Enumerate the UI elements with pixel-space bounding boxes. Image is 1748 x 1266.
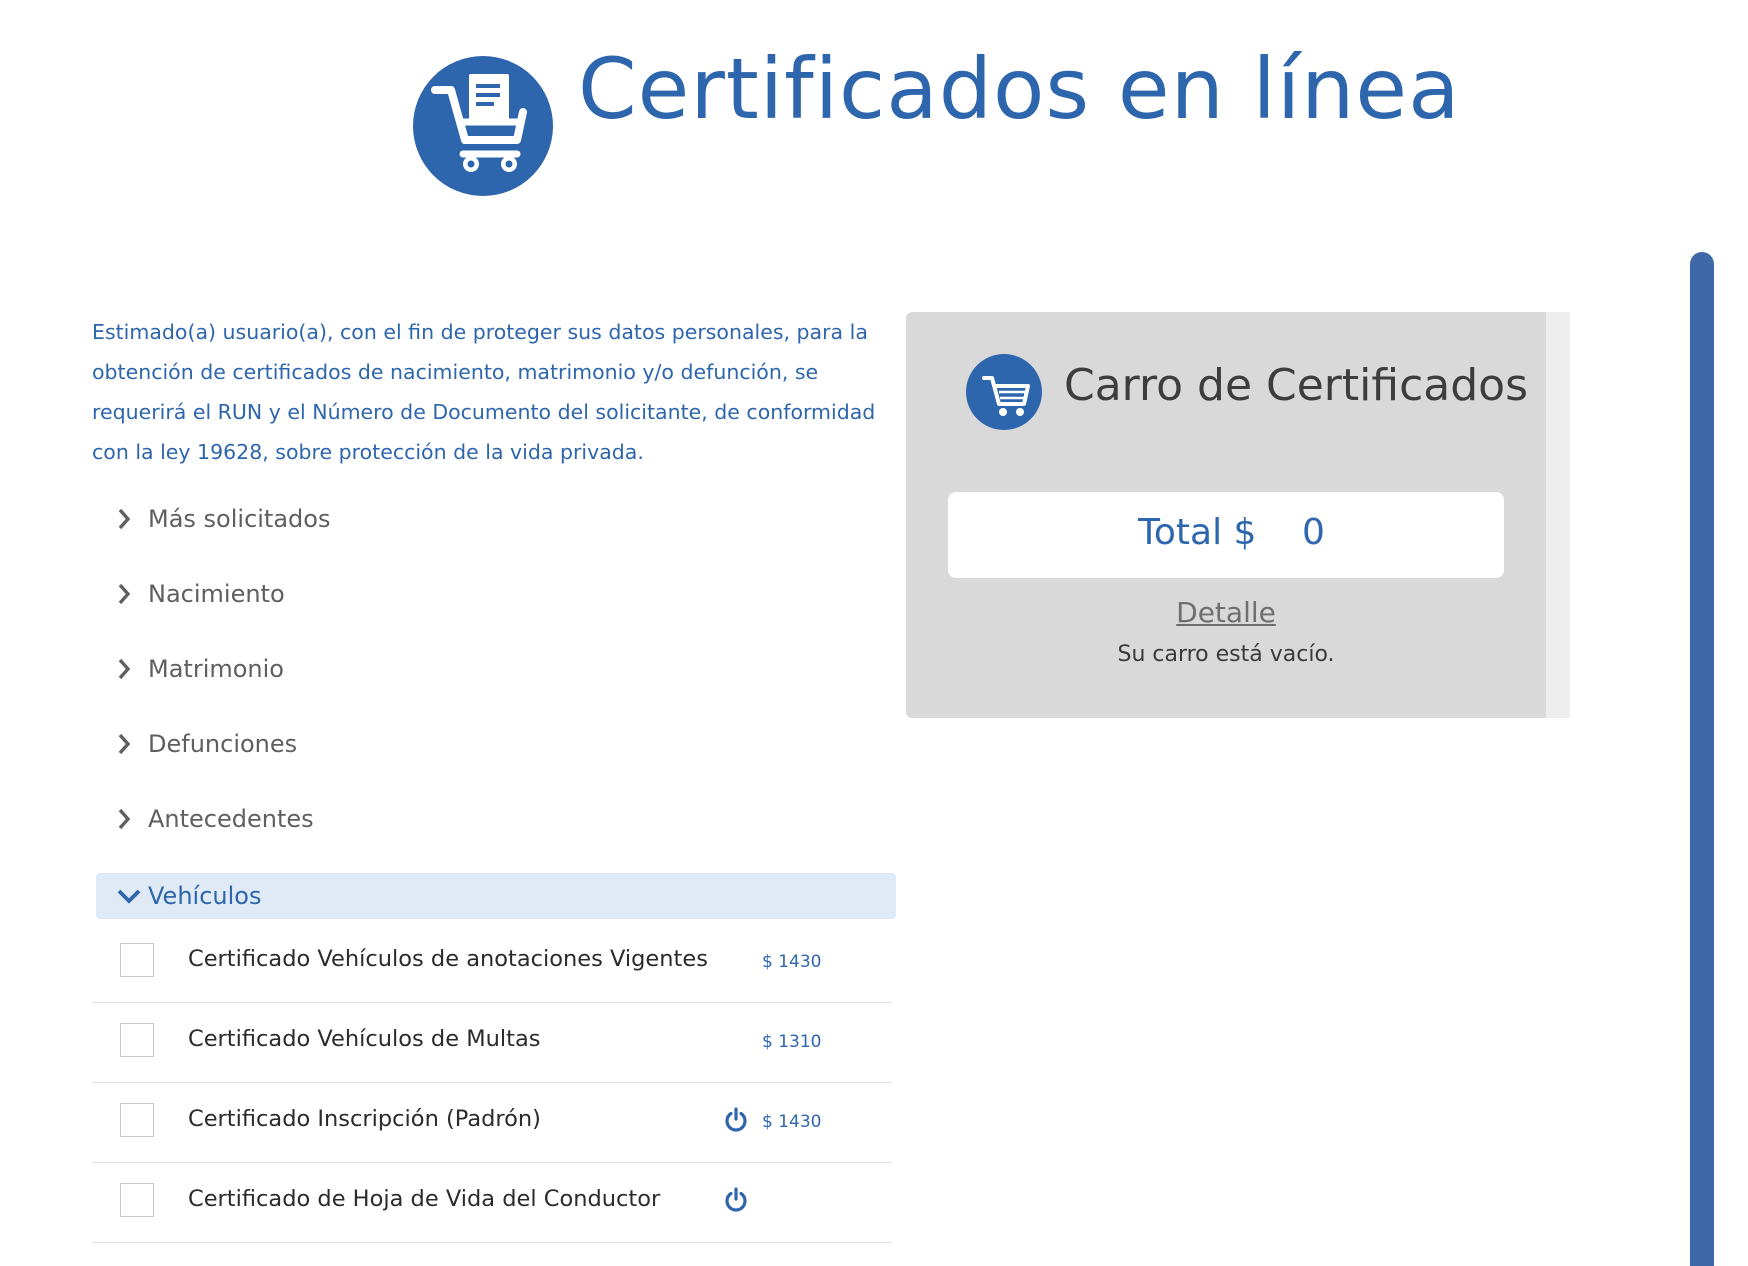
chevron-right-icon <box>118 808 131 830</box>
chevron-right-icon <box>118 583 131 605</box>
certificate-name: Certificado Vehículos de Multas <box>188 1026 541 1052</box>
certificate-checkbox[interactable] <box>120 1103 154 1137</box>
cart-document-icon <box>413 56 553 196</box>
scrollbar-thumb[interactable] <box>1690 252 1714 1266</box>
certificate-row: Certificado de Hoja de Vida del Conducto… <box>92 1162 892 1243</box>
power-icon[interactable] <box>722 1106 750 1134</box>
cart-detail-link[interactable]: Detalle <box>906 596 1546 629</box>
certificate-row: Certificado Vehículos de Multas $ 1310 <box>92 1002 892 1083</box>
page-title: Certificados en línea <box>578 40 1461 138</box>
chevron-right-icon <box>118 508 131 530</box>
category-defunciones[interactable]: Defunciones <box>112 722 297 766</box>
certificate-checkbox[interactable] <box>120 1183 154 1217</box>
certificate-price: $ 1310 <box>762 1032 822 1052</box>
certificate-checkbox[interactable] <box>120 1023 154 1057</box>
certificate-name: Certificado Inscripción (Padrón) <box>188 1106 541 1132</box>
cart-total-value: 0 <box>1302 512 1325 553</box>
power-icon[interactable] <box>722 1186 750 1214</box>
category-vehiculos[interactable]: Vehículos <box>96 873 896 919</box>
cart-panel: Carro de Certificados Total $ 0 Detalle … <box>906 312 1546 718</box>
certificate-row: Certificado Vehículos de anotaciones Vig… <box>92 922 892 1003</box>
category-label: Matrimonio <box>148 655 284 683</box>
cart-total-box: Total $ 0 <box>948 492 1504 578</box>
category-label: Vehículos <box>148 882 262 910</box>
cart-title: Carro de Certificados <box>1064 360 1529 411</box>
cart-empty-message: Su carro está vacío. <box>1117 642 1335 667</box>
category-nacimiento[interactable]: Nacimiento <box>112 572 285 616</box>
chevron-right-icon <box>118 658 131 680</box>
cart-panel-edge <box>1546 312 1570 718</box>
chevron-right-icon <box>118 733 131 755</box>
shopping-cart-icon <box>966 354 1042 430</box>
cart-total-label: Total $ <box>1138 512 1257 553</box>
privacy-notice: Estimado(a) usuario(a), con el fin de pr… <box>92 320 876 464</box>
certificate-checkbox[interactable] <box>120 943 154 977</box>
category-label: Antecedentes <box>148 805 314 833</box>
category-label: Defunciones <box>148 730 298 758</box>
certificate-name: Certificado de Hoja de Vida del Conducto… <box>188 1186 661 1212</box>
category-label: Nacimiento <box>148 580 285 608</box>
chevron-down-icon <box>117 889 141 904</box>
category-label: Más solicitados <box>148 505 331 533</box>
certificate-price: $ 1430 <box>762 1112 822 1132</box>
certificate-price: $ 1430 <box>762 952 822 972</box>
page: Certificados en línea Estimado(a) usuari… <box>0 0 1748 1266</box>
category-mas-solicitados[interactable]: Más solicitados <box>112 497 330 541</box>
certificate-name: Certificado Vehículos de anotaciones Vig… <box>188 946 708 972</box>
certificate-row: Certificado Inscripción (Padrón) $ 1430 <box>92 1082 892 1163</box>
category-antecedentes[interactable]: Antecedentes <box>112 797 314 841</box>
category-matrimonio[interactable]: Matrimonio <box>112 647 284 691</box>
